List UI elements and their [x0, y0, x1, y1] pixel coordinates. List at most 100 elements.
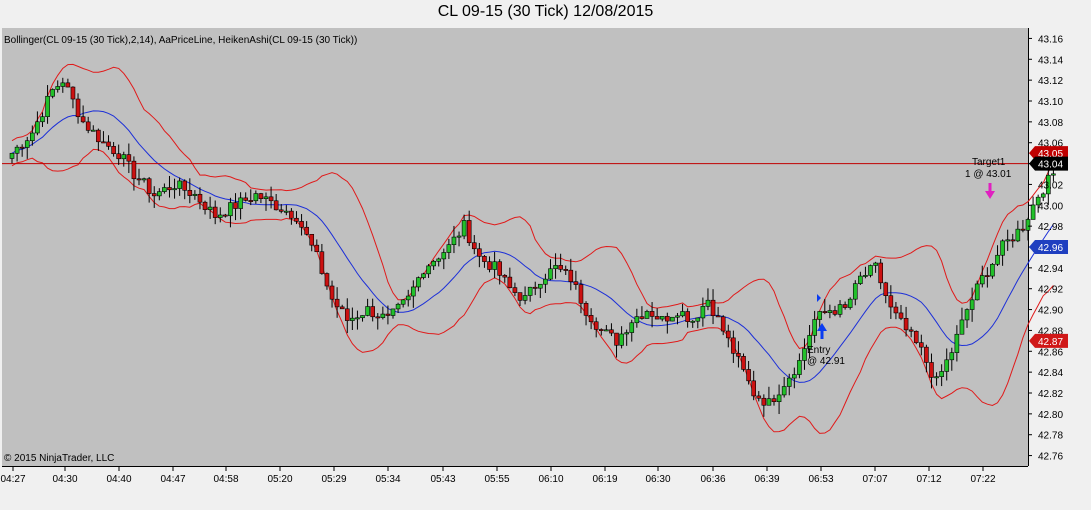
candle-body	[502, 275, 508, 278]
candle-body	[30, 132, 35, 142]
candle-body	[24, 140, 30, 148]
candle-body	[268, 196, 274, 202]
candle-body	[289, 210, 294, 219]
candle-body	[385, 313, 391, 316]
x-tick-label: 04:58	[213, 474, 238, 485]
candle-body	[858, 275, 863, 284]
candle-body	[939, 371, 944, 377]
candle-body	[898, 312, 904, 319]
candle-body	[390, 308, 396, 316]
candle-body	[736, 353, 741, 357]
candle-body	[319, 251, 325, 274]
candle-body	[959, 319, 965, 335]
target-label: Target1	[972, 157, 1006, 168]
y-tick-label: 43.12	[1038, 76, 1063, 87]
chart-svg[interactable]: 43.1643.1443.1243.1043.0843.0643.0443.02…	[0, 0, 1091, 510]
candle-body	[680, 311, 685, 317]
candle-body	[40, 116, 45, 123]
candle-body	[85, 121, 91, 131]
candle-body	[797, 360, 802, 375]
candle-body	[187, 190, 193, 196]
candle-body	[207, 206, 213, 210]
target-price-label: 1 @ 43.01	[965, 169, 1012, 180]
candle-body	[548, 268, 553, 280]
candle-body	[212, 206, 218, 218]
candle-body	[136, 178, 142, 181]
x-tick-label: 06:53	[808, 474, 833, 485]
candle-body	[35, 121, 40, 134]
candle-body	[151, 193, 157, 197]
candle-body	[461, 220, 467, 237]
candle-body	[659, 316, 665, 320]
candle-body	[675, 315, 680, 318]
candle-body	[258, 193, 264, 199]
candle-body	[771, 398, 777, 402]
candle-body	[197, 193, 203, 203]
candle-body	[624, 332, 629, 335]
candle-body	[167, 187, 172, 191]
x-tick-label: 04:40	[106, 474, 131, 485]
candle-body	[400, 299, 406, 305]
candle-body	[665, 316, 670, 322]
candle-body	[70, 86, 76, 100]
candle-body	[146, 178, 152, 194]
candle-body	[116, 153, 121, 160]
price-marker-current: 43.04	[1029, 156, 1068, 171]
y-tick-label: 42.80	[1038, 410, 1063, 421]
candle-body	[802, 348, 807, 361]
candle-body	[990, 263, 995, 277]
candle-body	[822, 311, 828, 313]
x-tick-label: 04:30	[52, 474, 77, 485]
candle-body	[1025, 219, 1031, 231]
candle-body	[817, 311, 823, 320]
candle-body	[944, 359, 950, 372]
candle-body	[639, 316, 645, 319]
candle-body	[563, 269, 569, 271]
candle-body	[731, 337, 736, 354]
candle-body	[568, 269, 574, 282]
candle-body	[416, 277, 421, 288]
candle-body	[979, 275, 985, 285]
candle-body	[913, 330, 919, 343]
candle-body	[766, 398, 772, 406]
candle-body	[217, 214, 223, 218]
candle-body	[477, 248, 482, 257]
candle-body	[893, 306, 899, 314]
candle-body	[273, 200, 279, 211]
candle-body	[466, 220, 472, 244]
candle-body	[431, 260, 436, 267]
candle-body	[304, 226, 309, 235]
candle-body	[512, 287, 518, 293]
candle-body	[1040, 193, 1046, 198]
candle-body	[45, 95, 50, 118]
x-tick-label: 07:12	[916, 474, 941, 485]
candle-body	[852, 283, 858, 300]
candle-body	[517, 292, 523, 301]
candle-body	[471, 242, 477, 250]
x-tick-label: 05:43	[430, 474, 455, 485]
x-tick-label: 05:55	[484, 474, 509, 485]
candle-body	[1010, 239, 1016, 242]
x-tick-label: 04:27	[0, 474, 25, 485]
x-tick-label: 04:47	[160, 474, 185, 485]
candle-body	[573, 281, 579, 285]
candle-body	[75, 98, 81, 118]
candle-body	[1005, 239, 1010, 242]
candle-body	[421, 273, 426, 278]
candle-body	[375, 316, 381, 319]
candle-body	[228, 202, 233, 217]
candle-body	[832, 310, 838, 315]
candle-body	[588, 315, 594, 323]
candle-body	[538, 283, 543, 289]
candle-body	[786, 377, 792, 387]
candle-body	[284, 210, 289, 213]
x-tick-label: 05:34	[375, 474, 400, 485]
y-tick-label: 43.14	[1038, 55, 1063, 66]
candle-body	[309, 234, 315, 246]
candle-body	[14, 146, 20, 154]
plot-area[interactable]	[2, 28, 1028, 466]
candle-body	[985, 275, 990, 278]
candle-body	[1000, 240, 1005, 256]
candle-body	[695, 317, 701, 322]
candle-body	[746, 369, 751, 382]
